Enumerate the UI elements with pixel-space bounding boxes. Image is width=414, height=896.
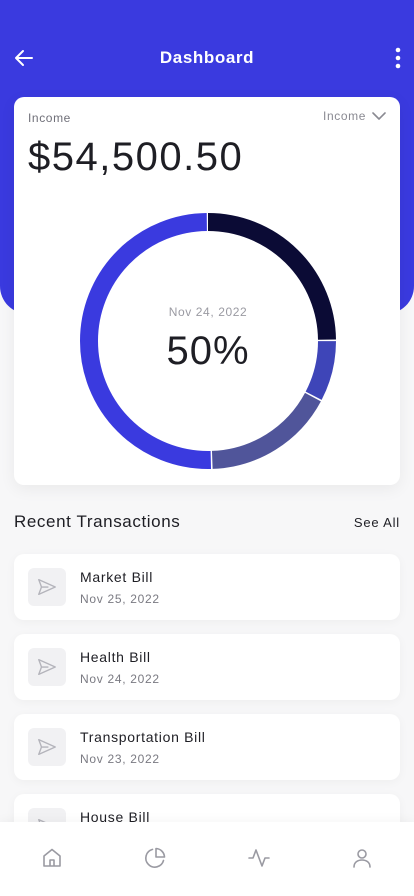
user-icon [353,849,372,868]
income-label: Income [28,111,71,125]
more-menu-button[interactable] [386,42,410,74]
transaction-date: Nov 25, 2022 [80,592,160,606]
recent-transactions-header: Recent Transactions See All [14,512,400,532]
send-icon [28,568,66,606]
transaction-name: Transportation Bill [80,729,206,745]
donut-center: Nov 24, 2022 50% [78,211,338,471]
tab-profile[interactable] [342,846,382,876]
send-icon [28,648,66,686]
more-vertical-icon [395,47,401,69]
tab-home[interactable] [32,846,72,876]
donut-date: Nov 24, 2022 [168,304,248,319]
transaction-item[interactable]: Health Bill Nov 24, 2022 [14,634,400,700]
transaction-date: Nov 24, 2022 [80,672,160,686]
activity-icon [247,849,270,867]
section-title: Recent Transactions [14,512,181,531]
tab-statistics[interactable] [135,846,175,876]
income-card: Income Income $54,500.50 Nov 24, 2022 50… [14,97,400,485]
transaction-name: Health Bill [80,649,151,665]
transaction-item[interactable]: Transportation Bill Nov 23, 2022 [14,714,400,780]
back-button[interactable] [8,42,40,74]
bottom-tab-bar [0,822,414,896]
send-icon [28,728,66,766]
chevron-down-icon [372,112,386,120]
tab-activity[interactable] [239,846,279,876]
income-amount: $54,500.50 [28,135,244,179]
transaction-name: Market Bill [80,569,154,585]
home-icon [42,848,61,867]
pie-chart-icon [145,847,166,868]
income-filter-dropdown[interactable]: Income [323,109,386,123]
page-title: Dashboard [159,48,255,67]
top-bar: Dashboard [0,36,414,80]
arrow-left-icon [15,50,33,66]
filter-label: Income [323,109,366,123]
transaction-date: Nov 23, 2022 [80,752,160,766]
transaction-item[interactable]: Market Bill Nov 25, 2022 [14,554,400,620]
donut-percent: 50% [166,328,250,373]
see-all-link[interactable]: See All [354,515,400,530]
income-donut-chart: Nov 24, 2022 50% [78,211,338,471]
